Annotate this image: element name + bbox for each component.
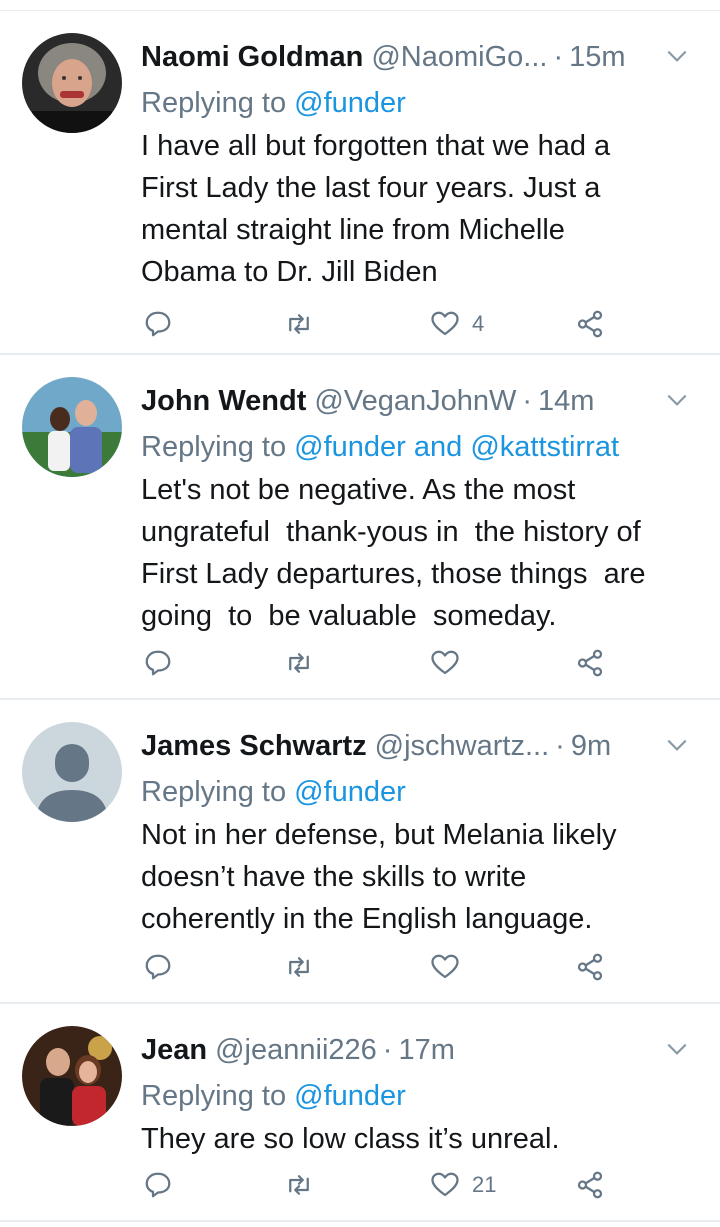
share-icon xyxy=(577,953,603,981)
timestamp[interactable]: 15m xyxy=(569,33,625,81)
retweet-icon xyxy=(289,957,309,977)
reply-button[interactable] xyxy=(143,302,173,346)
retweet-button[interactable] xyxy=(284,945,314,989)
replying-to-label: Replying to xyxy=(141,87,295,119)
display-name[interactable]: Jean xyxy=(141,1026,207,1074)
tweet-text: Not in her defense, but Melania likely d… xyxy=(141,819,617,935)
action-bar: 21 xyxy=(141,1163,701,1207)
action-bar: 4 xyxy=(141,302,701,346)
tweet-header: Jean @jeannii226 · 17m xyxy=(141,1026,700,1074)
retweet-icon xyxy=(289,314,309,334)
avatar[interactable] xyxy=(22,33,122,133)
chevron-down-icon[interactable] xyxy=(664,1036,690,1062)
timestamp[interactable]: 17m xyxy=(398,1026,454,1074)
mention-link[interactable]: @funder xyxy=(294,776,406,808)
avatar[interactable] xyxy=(22,1026,122,1126)
retweet-button[interactable] xyxy=(284,641,314,685)
like-icon xyxy=(431,1172,459,1197)
timestamp[interactable]: 14m xyxy=(538,377,594,425)
replying-to: Replying to @funder and @kattstirrat xyxy=(141,425,700,469)
reply-icon xyxy=(145,311,171,337)
replying-to: Replying to @funder xyxy=(141,81,700,125)
reply-button[interactable] xyxy=(143,641,173,685)
tweet-text: I have all but forgotten that we had a F… xyxy=(141,130,611,288)
replying-to: Replying to @funder xyxy=(141,1074,700,1118)
user-handle[interactable]: @VeganJohnW xyxy=(314,377,516,425)
tweet-text: They are so low class it’s unreal. xyxy=(141,1123,560,1155)
like-icon xyxy=(431,650,459,675)
share-button[interactable] xyxy=(575,641,605,685)
reply-icon xyxy=(145,954,171,980)
reply-icon xyxy=(145,1172,171,1198)
action-bar xyxy=(141,641,701,685)
tweet-text: Let's not be negative. As the most ungra… xyxy=(141,474,646,632)
user-handle[interactable]: @jeannii226 xyxy=(215,1026,377,1074)
chevron-down-icon[interactable] xyxy=(664,732,690,758)
display-name[interactable]: John Wendt xyxy=(141,377,306,425)
like-button[interactable]: 21 xyxy=(430,1163,496,1207)
share-icon xyxy=(577,649,603,677)
like-count: 4 xyxy=(472,311,485,336)
timestamp[interactable]: 9m xyxy=(571,722,611,770)
reply-button[interactable] xyxy=(143,945,173,989)
replying-to: Replying to @funder xyxy=(141,770,700,814)
reply-icon xyxy=(145,650,171,676)
like-button[interactable]: 4 xyxy=(430,302,484,346)
mention-link[interactable]: @funder xyxy=(294,1080,406,1112)
like-button[interactable] xyxy=(430,641,472,685)
replying-to-label: Replying to xyxy=(141,776,295,808)
tweet-header: Naomi Goldman @NaomiGo... · 15m xyxy=(141,33,700,81)
chevron-down-icon[interactable] xyxy=(664,43,690,69)
share-icon xyxy=(577,310,603,338)
replying-to-label: Replying to xyxy=(141,1080,295,1112)
share-icon xyxy=(577,1171,603,1199)
tweet-divider xyxy=(0,1220,720,1222)
replying-to-label: Replying to xyxy=(141,431,295,463)
tweet-header: James Schwartz @jschwartz... · 9m xyxy=(141,722,700,770)
display-name[interactable]: Naomi Goldman xyxy=(141,33,363,81)
separator: · xyxy=(382,1034,393,1066)
like-icon xyxy=(431,954,459,979)
tweet-naomi[interactable]: Naomi Goldman @NaomiGo... · 15m Replying… xyxy=(0,11,720,355)
tweet-james[interactable]: James Schwartz @jschwartz... · 9m Replyi… xyxy=(0,700,720,1004)
separator: · xyxy=(553,41,564,73)
retweet-icon xyxy=(289,653,309,673)
like-count: 21 xyxy=(472,1172,497,1197)
retweet-icon xyxy=(289,1175,309,1195)
action-bar xyxy=(141,945,701,989)
separator: · xyxy=(555,730,565,762)
retweet-button[interactable] xyxy=(284,302,314,346)
like-button[interactable] xyxy=(430,945,472,989)
reply-button[interactable] xyxy=(143,1163,173,1207)
avatar[interactable] xyxy=(22,377,122,477)
user-handle[interactable]: @jschwartz... xyxy=(375,722,549,770)
chevron-down-icon[interactable] xyxy=(664,387,690,413)
avatar[interactable] xyxy=(22,722,122,822)
share-button[interactable] xyxy=(575,1163,605,1207)
like-icon xyxy=(431,311,459,336)
mention-link[interactable]: @funder xyxy=(294,87,406,119)
separator: · xyxy=(522,385,533,417)
mention-link[interactable]: @funder and @kattstirrat xyxy=(294,431,619,463)
tweet-header: John Wendt @VeganJohnW · 14m xyxy=(141,377,700,425)
retweet-button[interactable] xyxy=(284,1163,314,1207)
tweet-john[interactable]: John Wendt @VeganJohnW · 14m Replying to… xyxy=(0,355,720,700)
display-name[interactable]: James Schwartz xyxy=(141,722,367,770)
share-button[interactable] xyxy=(575,302,605,346)
share-button[interactable] xyxy=(575,945,605,989)
tweet-jean[interactable]: Jean @jeannii226 · 17m Replying to @fund… xyxy=(0,1004,720,1222)
user-handle[interactable]: @NaomiGo... xyxy=(371,33,547,81)
